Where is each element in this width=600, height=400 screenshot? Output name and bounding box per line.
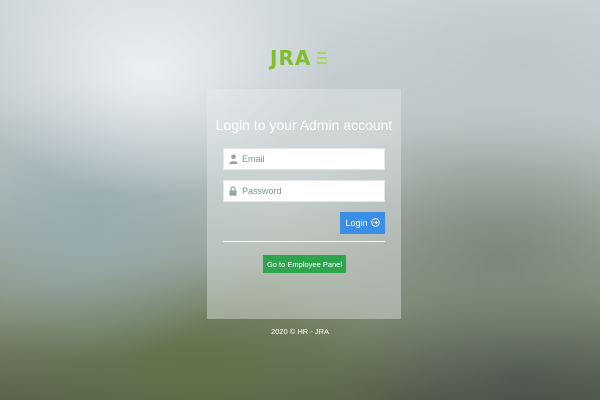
email-input[interactable] bbox=[242, 150, 380, 168]
brand-logo-text: JRA bbox=[270, 46, 312, 70]
login-button-label: Login bbox=[345, 218, 368, 228]
footer-copyright: 2020 © HR - JRA bbox=[270, 327, 330, 336]
email-field[interactable] bbox=[223, 148, 385, 170]
password-field[interactable] bbox=[223, 180, 385, 202]
panel-divider bbox=[223, 241, 385, 242]
login-button[interactable]: Login bbox=[340, 212, 385, 234]
login-panel: Login to your Admin account Login bbox=[207, 89, 401, 319]
password-input[interactable] bbox=[242, 182, 380, 200]
brand-logo: JRA bbox=[270, 46, 340, 70]
employee-panel-button[interactable]: Go to Employee Panel bbox=[263, 255, 346, 273]
lock-icon bbox=[224, 181, 242, 201]
login-title: Login to your Admin account bbox=[215, 117, 393, 133]
brand-logo-mark-icon bbox=[317, 52, 328, 64]
user-icon bbox=[224, 149, 242, 169]
arrow-circle-right-icon bbox=[370, 217, 380, 229]
